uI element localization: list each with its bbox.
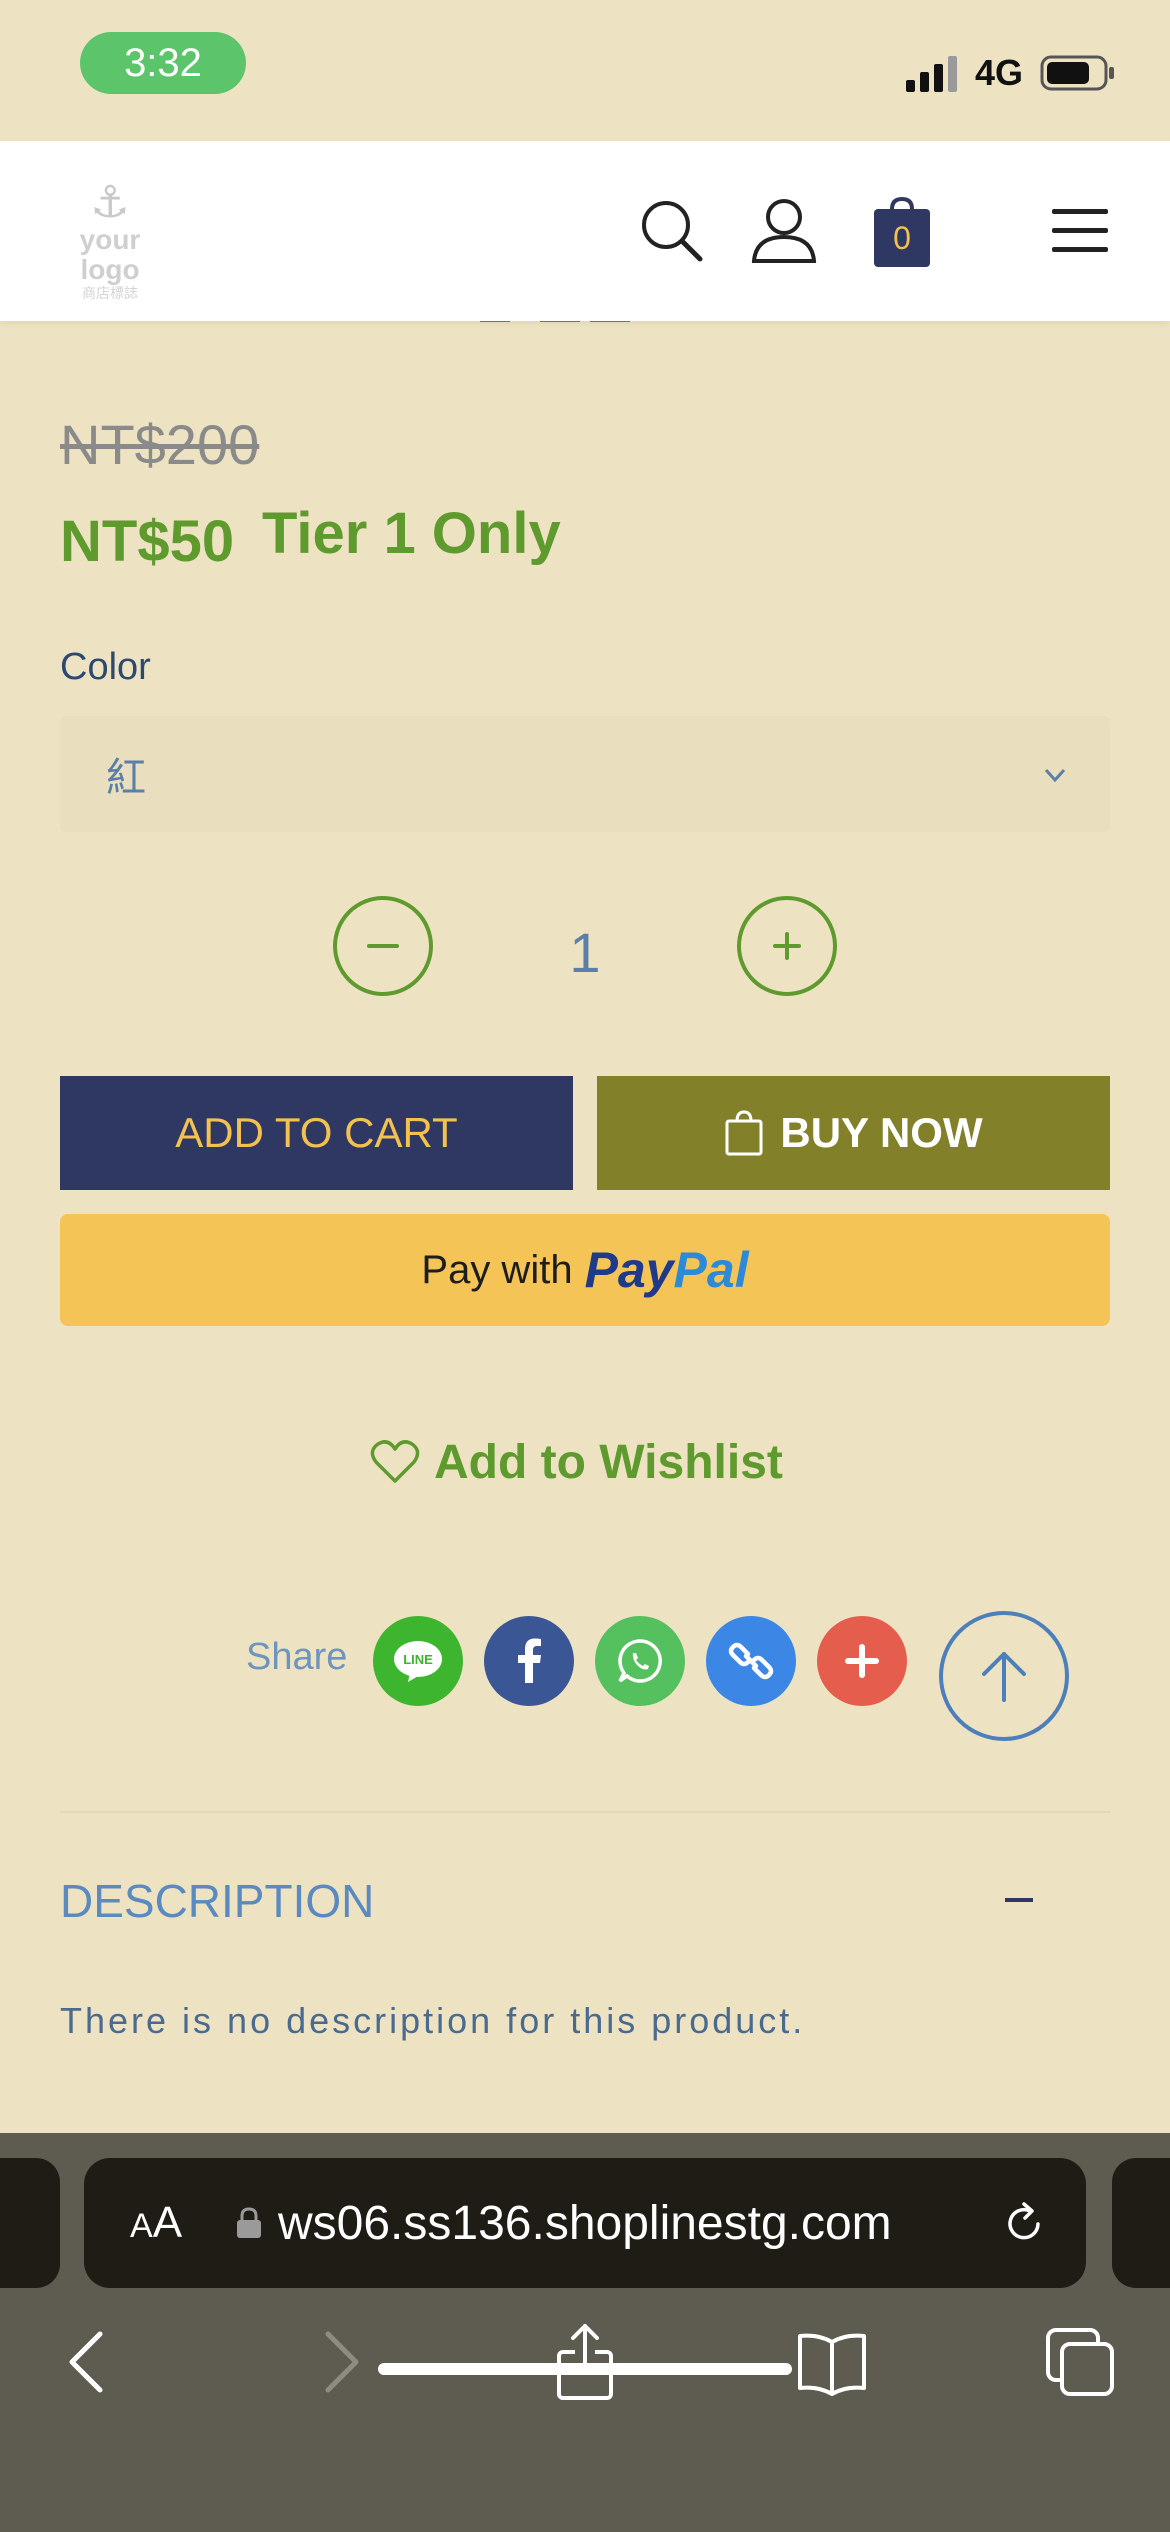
line-icon: LINE	[394, 1641, 442, 1682]
add-to-wishlist-link[interactable]: Add to Wishlist	[370, 1430, 783, 1494]
address-bar[interactable]: AA ws06.ss136.shoplinestg.com	[84, 2158, 1086, 2288]
plus-icon	[773, 932, 801, 960]
facebook-icon	[518, 1638, 541, 1683]
buy-now-label: BUY NOW	[780, 1109, 983, 1156]
quantity-increase-button[interactable]	[737, 896, 837, 996]
share-line-button[interactable]: LINE	[373, 1616, 463, 1706]
back-arrow-icon[interactable]	[48, 2322, 128, 2402]
svg-text:LINE: LINE	[403, 1652, 433, 1667]
chevron-down-icon	[1044, 768, 1066, 783]
logo-text: your logo	[79, 224, 141, 285]
paypal-button[interactable]: Pay with PayPal	[60, 1214, 1110, 1326]
bookmarks-icon[interactable]	[792, 2322, 872, 2402]
arrow-up-icon	[982, 1652, 1026, 1702]
quantity-value[interactable]: 1	[540, 920, 630, 985]
reader-settings-button[interactable]: AA	[130, 2198, 220, 2248]
sale-price: NT$50	[60, 509, 235, 574]
status-bar: 3:32 4G	[0, 0, 1170, 141]
search-icon[interactable]	[632, 191, 712, 271]
lock-icon	[237, 2207, 261, 2238]
section-divider	[60, 1811, 1110, 1813]
original-price: NT$200	[60, 413, 260, 476]
wishlist-label: Add to Wishlist	[434, 1435, 783, 1489]
network-type: 4G	[975, 52, 1024, 93]
home-indicator	[378, 2363, 792, 2375]
account-icon[interactable]	[744, 191, 824, 271]
share-icon[interactable]	[545, 2322, 625, 2402]
description-text: There is no description for this product…	[60, 2000, 806, 2041]
forward-arrow-icon[interactable]	[300, 2322, 380, 2402]
color-select-value: 紅	[106, 756, 146, 800]
description-heading[interactable]: DESCRIPTION	[60, 1874, 374, 1928]
reload-icon[interactable]	[1000, 2200, 1048, 2248]
paypal-prefix: Pay with	[421, 1247, 573, 1292]
tier-label: Tier 1 Only	[262, 501, 561, 566]
url-text: ws06.ss136.shoplinestg.com	[278, 2196, 892, 2250]
whatsapp-icon	[618, 1639, 662, 1683]
hamburger-menu-icon[interactable]	[1040, 191, 1120, 271]
add-to-cart-button[interactable]: ADD TO CART	[60, 1076, 573, 1190]
browser-toolbar: AA ws06.ss136.shoplinestg.com	[0, 2133, 1170, 2532]
anchor-icon: ⚓	[90, 178, 130, 227]
shopping-bag-icon	[725, 1110, 763, 1156]
share-whatsapp-button[interactable]	[595, 1616, 685, 1706]
site-header: ⚓ your logo 商店標誌 0	[0, 141, 1170, 321]
cart-button[interactable]: 0	[862, 191, 942, 271]
share-facebook-button[interactable]	[484, 1616, 574, 1706]
cellular-signal-icon	[906, 56, 957, 92]
color-label: Color	[60, 646, 151, 688]
link-icon	[728, 1642, 774, 1680]
paypal-logo: PayPal	[584, 1242, 749, 1298]
next-tab-peek[interactable]	[1112, 2158, 1170, 2288]
color-select[interactable]: 紅	[60, 716, 1110, 832]
previous-tab-peek[interactable]	[0, 2158, 60, 2288]
description-collapse-toggle[interactable]	[1005, 1898, 1033, 1902]
minus-icon	[367, 944, 399, 948]
plus-icon	[845, 1644, 879, 1678]
heart-icon	[370, 1440, 420, 1483]
quantity-decrease-button[interactable]	[333, 896, 433, 996]
cart-count-badge: 0	[893, 219, 911, 256]
share-copy-link-button[interactable]	[706, 1616, 796, 1706]
buy-now-button[interactable]: BUY NOW	[597, 1076, 1110, 1190]
tabs-icon[interactable]	[1040, 2322, 1120, 2402]
share-label: Share	[246, 1636, 348, 1678]
status-time: 3:32	[80, 32, 246, 94]
back-to-top-button[interactable]	[939, 1611, 1069, 1741]
store-logo[interactable]: ⚓ your logo 商店標誌	[50, 178, 170, 302]
battery-icon	[1040, 55, 1114, 91]
share-more-button[interactable]	[817, 1616, 907, 1706]
logo-subtext: 商店標誌	[82, 285, 138, 301]
